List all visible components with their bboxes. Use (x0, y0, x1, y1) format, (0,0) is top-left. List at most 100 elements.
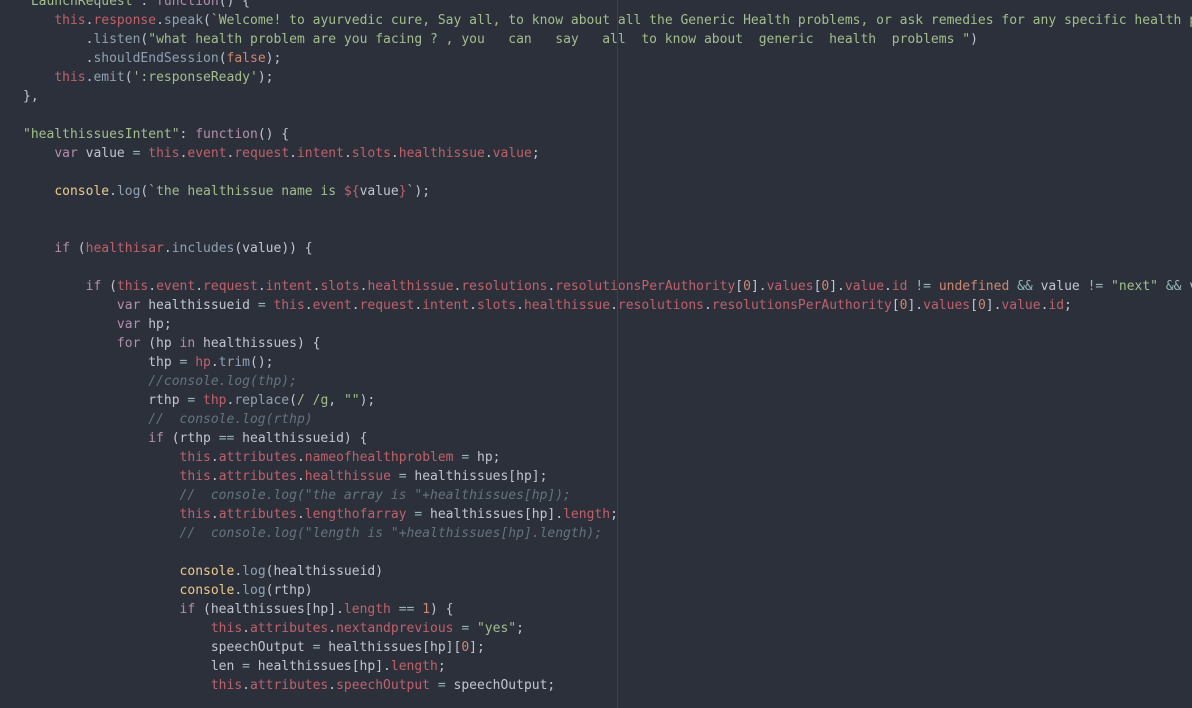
code-line: .shouldEndSession(false); (23, 49, 1192, 68)
code-token: . (289, 146, 297, 161)
code-token: response (93, 13, 157, 28)
code-token: function (195, 127, 258, 142)
code-token: if (85, 279, 102, 294)
code-token: value (1001, 298, 1041, 313)
code-token: var (54, 146, 78, 161)
code-token: console (179, 583, 235, 598)
code-token: 1 (422, 602, 431, 617)
code-token: intent (422, 298, 470, 313)
code-token: this (116, 279, 149, 294)
code-token: this (179, 507, 211, 522)
code-token: hp (195, 355, 211, 370)
code-token: this (273, 298, 305, 313)
code-editor[interactable]: "LaunchRequest": function() { this. respo… (0, 0, 1192, 708)
code-token: speak (163, 13, 204, 28)
code-token: [ (735, 279, 744, 294)
code-token: . (884, 279, 892, 294)
code-token: var (116, 298, 141, 313)
code-token: attributes (218, 507, 297, 522)
code-token: . (257, 279, 266, 294)
code-token: : (140, 0, 157, 9)
code-token: . (484, 146, 493, 161)
code-token: event (187, 146, 227, 161)
code-token: values (923, 298, 971, 313)
code-token: . (242, 621, 250, 636)
code-token: (rthp (163, 431, 219, 446)
code-token: in (179, 336, 196, 351)
code-token: this (179, 469, 211, 484)
code-token: . (210, 450, 219, 465)
code-token: lengthofarray (304, 507, 407, 522)
code-token: . (343, 146, 352, 161)
code-token: slots (351, 146, 391, 161)
code-token: ; (437, 659, 446, 674)
code-token: "yes" (476, 621, 517, 636)
code-line: // console.log(rthp) (23, 410, 1192, 429)
code-token: listen (93, 32, 141, 47)
code-token: (rthp) (265, 583, 313, 598)
code-token: if (54, 241, 70, 256)
code-token: event (312, 298, 352, 313)
code-token: hp; (469, 450, 501, 465)
code-token: length (343, 602, 391, 617)
code-token: ( (289, 393, 297, 408)
code-token: . (23, 32, 94, 47)
code-token: == (218, 431, 235, 446)
code-token: healthissueid) { (234, 431, 368, 446)
code-area[interactable]: "LaunchRequest": function() { this. respo… (23, 0, 1192, 695)
code-token: id (891, 279, 908, 294)
code-line: this.attributes.speechOutput = speechOut… (23, 676, 1192, 695)
code-token: () { (257, 127, 290, 142)
code-token: healthissues[hp]. (249, 659, 391, 674)
code-token: var (116, 317, 141, 332)
code-token: "next" (1111, 279, 1159, 294)
code-token: nextandprevious (336, 621, 454, 636)
code-token: nameofhealthproblem (304, 450, 454, 465)
code-token: ]. (985, 298, 1002, 313)
code-token: request (359, 298, 415, 313)
code-token: length (390, 659, 438, 674)
code-line: "LaunchRequest": function() { (23, 0, 1192, 11)
code-token: ( (218, 51, 227, 66)
code-token: value (1032, 279, 1088, 294)
code-token: thp (203, 393, 227, 408)
code-token: shouldEndSession (93, 51, 219, 66)
code-token: false (226, 51, 266, 66)
code-token: ]. (750, 279, 767, 294)
code-token: (healthissues[hp]. (195, 602, 344, 617)
code-token: request (234, 146, 290, 161)
code-token: = (437, 678, 446, 693)
code-token: . (195, 279, 204, 294)
code-token: . (23, 51, 94, 66)
code-line: thp = hp.trim(); (23, 353, 1192, 372)
code-token: (hp (140, 336, 180, 351)
code-token: value (492, 146, 532, 161)
code-token: intent (296, 146, 344, 161)
code-line: if (this.event.request.intent.slots.heal… (23, 277, 1192, 296)
code-token: ); (414, 184, 431, 199)
code-token: . (296, 469, 305, 484)
code-token: "LaunchRequest" (23, 0, 141, 9)
code-token: (value)) { (234, 241, 313, 256)
code-token: values (766, 279, 814, 294)
code-token: . (148, 279, 157, 294)
code-token: log (116, 184, 141, 199)
code-line: // console.log("the array is "+healthiss… (23, 486, 1192, 505)
code-token: . (328, 621, 337, 636)
code-token: . (328, 678, 337, 693)
